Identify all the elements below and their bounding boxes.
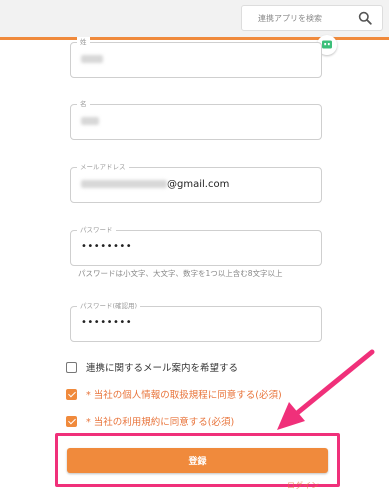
password-confirm-label: パスワード(確認用)	[77, 301, 141, 311]
first-name-label: 名	[77, 99, 90, 109]
redacted-text	[81, 117, 99, 125]
terms-label: * 当社の利用規約に同意する(必須)	[86, 417, 235, 428]
password-hint: パスワードは小文字、大文字、数字を1つ以上含む8文字以上	[78, 269, 283, 278]
top-bar	[0, 0, 389, 40]
email-field[interactable]: メールアドレス @gmail.com	[70, 162, 322, 203]
search-input[interactable]	[242, 6, 352, 30]
first-name-field[interactable]: 名	[70, 99, 322, 140]
password-field[interactable]: パスワード ••••••••	[70, 225, 322, 266]
first-name-value[interactable]	[81, 116, 99, 127]
privacy-label: * 当社の個人情報の取扱規程に同意する(必須)	[86, 390, 282, 401]
newsletter-label: 連携に関するメール案内を希望する	[86, 363, 239, 374]
last-name-value[interactable]	[81, 54, 103, 65]
privacy-checkbox[interactable]	[66, 388, 77, 400]
redacted-text	[81, 180, 167, 188]
register-button[interactable]: 登録	[67, 448, 328, 473]
newsletter-checkbox[interactable]	[66, 361, 77, 373]
password-confirm-value[interactable]: ••••••••	[81, 317, 132, 328]
checkbox-row-privacy[interactable]: * 当社の個人情報の取扱規程に同意する(必須)	[66, 387, 282, 401]
terms-checkbox[interactable]	[66, 415, 77, 427]
last-name-field[interactable]: 姓	[70, 37, 322, 78]
checkbox-row-newsletter[interactable]: 連携に関するメール案内を希望する	[66, 360, 238, 374]
login-link[interactable]: ログイン	[287, 480, 319, 491]
search-box[interactable]	[241, 5, 383, 31]
checkbox-row-terms[interactable]: * 当社の利用規約に同意する(必須)	[66, 414, 234, 428]
redacted-text	[81, 55, 103, 63]
email-value[interactable]: @gmail.com	[81, 179, 229, 190]
email-domain: @gmail.com	[167, 179, 230, 190]
password-label: パスワード	[77, 225, 116, 235]
last-name-label: 姓	[77, 37, 90, 47]
search-icon[interactable]	[358, 11, 372, 25]
password-confirm-field[interactable]: パスワード(確認用) ••••••••	[70, 301, 322, 342]
email-label: メールアドレス	[77, 162, 129, 172]
password-value[interactable]: ••••••••	[81, 241, 132, 252]
